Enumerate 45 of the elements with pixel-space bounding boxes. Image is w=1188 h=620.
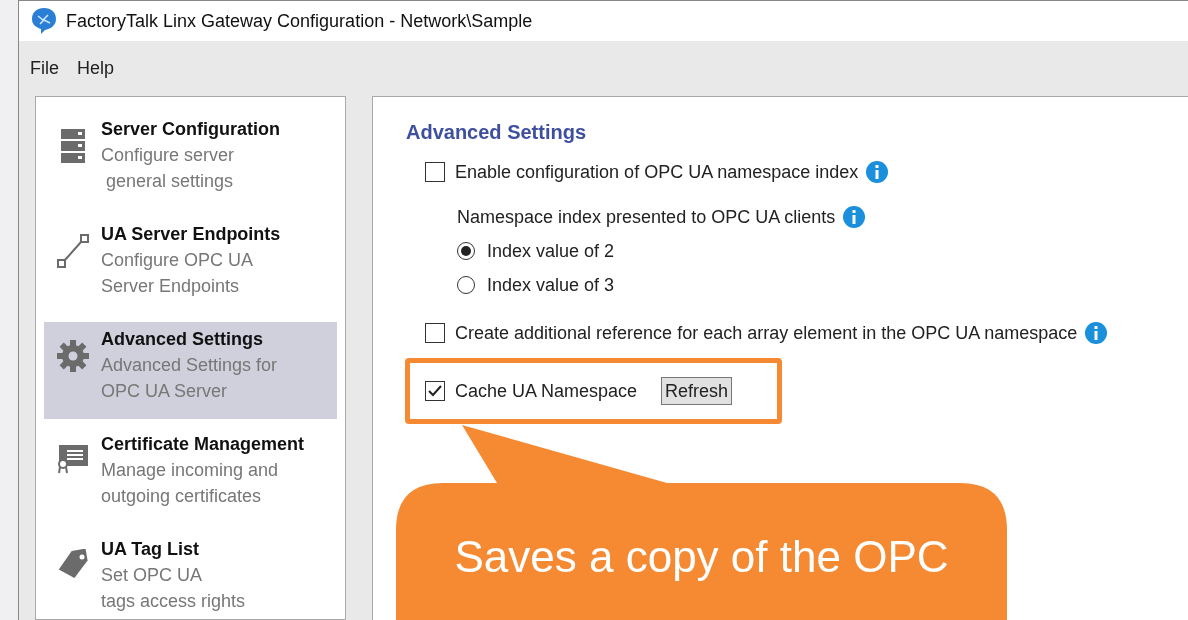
sidebar-item-description: tags access rights [101, 590, 246, 613]
radio-label: Index value of 2 [487, 239, 615, 263]
sidebar-item[interactable]: UA Server Endpoints Configure OPC UA Server Endpoints [44, 217, 337, 314]
endpoint-line-icon [55, 234, 90, 268]
sidebar-item-description: Set OPC UA [101, 564, 204, 587]
checkbox[interactable] [425, 162, 445, 182]
sidebar-item-description: Configure OPC UA [101, 249, 255, 272]
refresh-button[interactable]: Refresh [661, 377, 733, 405]
checkbox-label: Enable configuration of OPC UA namespace index [455, 160, 859, 184]
sidebar-item[interactable]: Advanced Settings Advanced Settings for OPC UA Server [44, 322, 337, 419]
radio-button[interactable] [457, 276, 475, 294]
sidebar-item-title: UA Server Endpoints [101, 223, 281, 246]
gear-icon [55, 339, 90, 373]
app-logo-icon [31, 7, 57, 35]
menu-item[interactable]: Help [77, 55, 115, 82]
server-icon [60, 129, 85, 163]
info-icon[interactable] [866, 161, 889, 183]
sidebar-item[interactable]: Server Configuration Configure server general settings [44, 112, 337, 209]
checkbox[interactable] [425, 381, 445, 401]
sidebar-item-description: Manage incoming and [101, 459, 280, 482]
sidebar-item-title: UA Tag List [101, 538, 200, 561]
checkbox-label: Create additional reference for each array element in the OPC UA namespace [455, 321, 1078, 345]
checkbox-label: Cache UA Namespace [455, 379, 638, 403]
callout-text: Saves a copy of the OPC [453, 531, 950, 583]
sidebar-item-title: Advanced Settings [101, 328, 265, 351]
checkbox[interactable] [425, 323, 445, 343]
window-title: FactoryTalk Linx Gateway Configuration - Network\Sample [66, 9, 533, 33]
sidebar-item[interactable]: Certificate Management Manage incoming and outgoing certificates [44, 427, 337, 524]
radio-label: Index value of 3 [487, 273, 615, 297]
sidebar-item-description: general settings [105, 170, 235, 193]
option-label: Namespace index presented to OPC UA clients [457, 205, 836, 229]
radio-button[interactable] [457, 242, 475, 260]
sidebar-item-title: Certificate Management [101, 433, 305, 456]
sidebar-item-description: Server Endpoints [101, 275, 241, 298]
section-heading: Advanced Settings [406, 120, 588, 145]
sidebar-item-title: Server Configuration [101, 118, 281, 141]
sidebar-item-description: Configure server [101, 144, 236, 167]
info-icon[interactable] [843, 206, 866, 228]
sidebar-item[interactable]: UA Tag List Set OPC UA tags access rights [44, 532, 337, 620]
menu-item[interactable]: File [30, 55, 59, 82]
certificate-icon [56, 444, 89, 474]
sidebar-item-description: Advanced Settings for [101, 354, 278, 377]
sidebar-item-description: outgoing certificates [101, 485, 263, 508]
sidebar-item-description: OPC UA Server [101, 380, 229, 403]
info-icon[interactable] [1085, 322, 1108, 344]
